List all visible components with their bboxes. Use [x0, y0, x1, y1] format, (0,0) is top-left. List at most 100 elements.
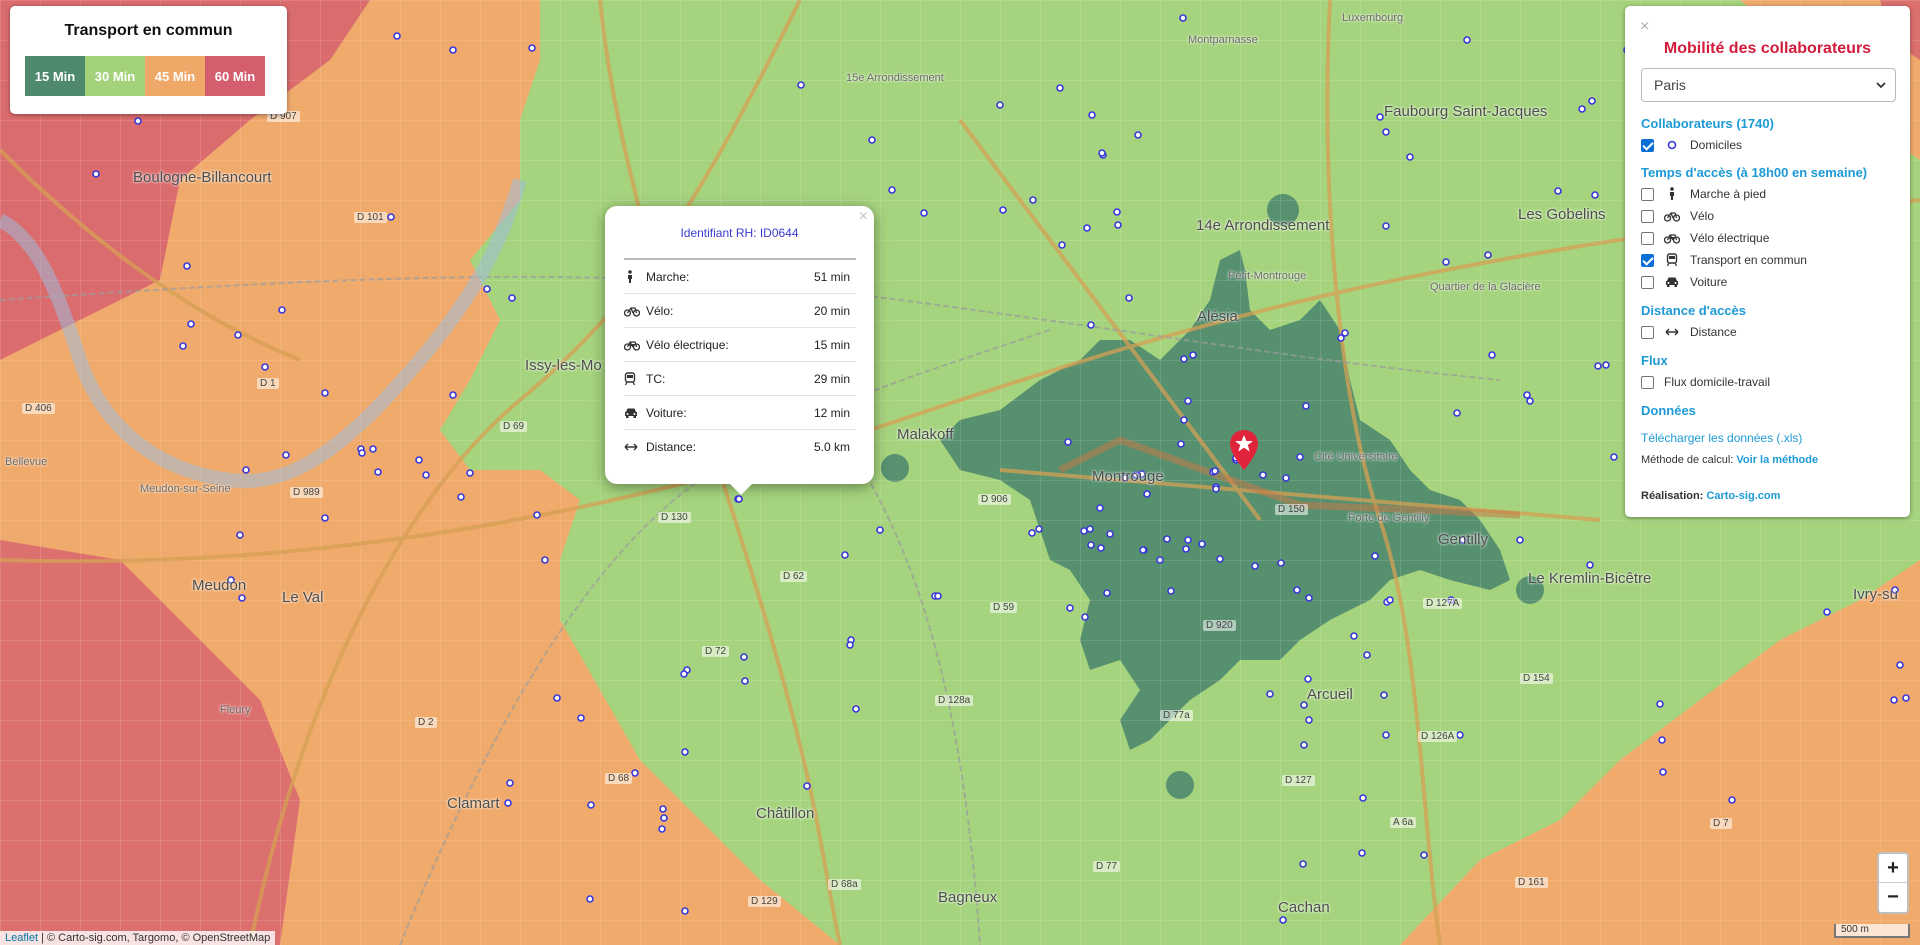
road-label: D 406	[22, 403, 55, 414]
popup-close-button[interactable]: ×	[859, 208, 868, 226]
road-label: D 128a	[935, 695, 974, 706]
popup-label: Marche:	[646, 269, 690, 284]
legend-swatch-60: 60 Min	[205, 56, 265, 96]
popup-title: Identifiant RH: ID0644	[680, 226, 799, 240]
domiciles-checkbox[interactable]	[1641, 138, 1654, 152]
road-label: D 77a	[1160, 710, 1193, 721]
mode-toggle-walk[interactable]: Marche à pied	[1641, 185, 1766, 203]
popup-row-transit: TC: 29 min	[624, 362, 856, 396]
road-label: D 1	[257, 378, 279, 389]
car-icon	[624, 407, 646, 419]
ebike-icon	[1664, 232, 1680, 244]
zoom-out-button[interactable]: −	[1879, 883, 1907, 912]
road-label: D 77	[1093, 861, 1121, 872]
mode-toggle-transit[interactable]: Transport en commun	[1641, 251, 1807, 269]
workplace-marker-icon[interactable]	[1230, 430, 1258, 470]
control-panel: × Mobilité des collaborateurs Paris Coll…	[1625, 6, 1910, 517]
method-line: Méthode de calcul: Voir la méthode	[1641, 454, 1818, 466]
data-header: Données	[1641, 403, 1696, 418]
circle-marker-icon	[1664, 140, 1680, 150]
leaflet-link[interactable]: Leaflet	[5, 932, 38, 944]
ebike-label: Vélo électrique	[1690, 231, 1770, 245]
popup-row-walk: Marche: 51 min	[624, 260, 856, 294]
download-link[interactable]: Télécharger les données (.xls)	[1641, 431, 1802, 445]
road-label: D 920	[1203, 620, 1236, 631]
road-label: D 129	[748, 896, 781, 907]
road-label: D 127	[1282, 775, 1315, 786]
city-select[interactable]: Paris	[1641, 68, 1896, 102]
distance-icon	[1664, 327, 1680, 337]
popup-value: 5.0 km	[813, 440, 850, 454]
road-label: D 2	[415, 717, 437, 728]
road-label: D 68a	[828, 879, 861, 890]
panel-close-button[interactable]: ×	[1640, 18, 1649, 36]
credit-prefix: Réalisation:	[1641, 490, 1704, 502]
bike-icon	[1664, 210, 1680, 222]
distance-header: Distance d'accès	[1641, 303, 1746, 318]
mode-toggle-ebike[interactable]: Vélo électrique	[1641, 229, 1769, 247]
popup-value: 15 min	[813, 337, 850, 352]
method-link[interactable]: Voir la méthode	[1736, 454, 1818, 466]
popup-label: Vélo électrique:	[646, 337, 729, 352]
method-prefix: Méthode de calcul:	[1641, 454, 1734, 466]
zoom-control: + −	[1877, 852, 1909, 914]
access-time-header: Temps d'accès (à 18h00 en semaine)	[1641, 165, 1868, 180]
popup-value: 20 min	[813, 303, 850, 318]
road-label: D 127A	[1423, 598, 1463, 609]
attribution: Leaflet | © Carto-sig.com, Targomo, © Op…	[0, 931, 276, 945]
popup-value: 12 min	[813, 405, 850, 420]
distance-icon	[624, 442, 646, 452]
road-label: D 59	[990, 602, 1018, 613]
bike-icon	[624, 305, 646, 317]
road-label: D 154	[1520, 673, 1553, 684]
scale-bar: 500 m	[1834, 924, 1910, 938]
flux-header: Flux	[1641, 353, 1668, 368]
bike-checkbox[interactable]	[1641, 209, 1654, 223]
road-label: D 906	[978, 494, 1011, 505]
road-label: D 161	[1515, 877, 1548, 888]
transit-checkbox[interactable]	[1641, 253, 1654, 267]
popup-label: TC:	[646, 371, 666, 386]
popup-value: 29 min	[813, 371, 850, 386]
flux-toggle[interactable]: Flux domicile-travail	[1641, 373, 1770, 391]
distance-checkbox[interactable]	[1641, 325, 1654, 339]
distance-toggle[interactable]: Distance	[1641, 323, 1737, 341]
ebike-checkbox[interactable]	[1641, 231, 1654, 245]
popup-row-ebike: Vélo électrique: 15 min	[624, 328, 856, 362]
flux-label: Flux domicile-travail	[1664, 375, 1771, 389]
legend-title: Transport en commun	[64, 22, 233, 39]
road-label: D 130	[658, 512, 691, 523]
credit-link[interactable]: Carto-sig.com	[1706, 490, 1780, 502]
road-label: D 989	[290, 487, 323, 498]
bike-label: Vélo	[1690, 209, 1715, 223]
walk-label: Marche à pied	[1690, 187, 1767, 201]
car-label: Voiture	[1690, 275, 1728, 289]
popup-row-distance: Distance: 5.0 km	[624, 430, 856, 464]
distance-label: Distance	[1690, 325, 1737, 339]
walk-checkbox[interactable]	[1641, 187, 1654, 201]
collaborateurs-header: Collaborateurs (1740)	[1641, 116, 1774, 131]
road-label: D 7	[1710, 818, 1732, 829]
mode-toggle-bike[interactable]: Vélo	[1641, 207, 1714, 225]
legend-swatch-15: 15 Min	[25, 56, 85, 96]
popup-tip	[729, 483, 753, 495]
legend-swatch-45: 45 Min	[145, 56, 205, 96]
legend-swatch-30: 30 Min	[85, 56, 145, 96]
chevron-down-icon	[1876, 82, 1886, 89]
road-label: D 101	[354, 212, 387, 223]
zoom-in-button[interactable]: +	[1879, 854, 1907, 883]
car-checkbox[interactable]	[1641, 275, 1654, 289]
employee-popup: × Identifiant RH: ID0644 Marche: 51 min …	[605, 206, 874, 484]
popup-label: Distance:	[646, 440, 697, 454]
popup-value: 51 min	[813, 269, 850, 284]
popup-label: Vélo:	[646, 303, 674, 318]
mode-toggle-car[interactable]: Voiture	[1641, 273, 1727, 291]
domiciles-toggle[interactable]: Domiciles	[1641, 136, 1742, 154]
road-label: D 68	[605, 773, 633, 784]
flux-checkbox[interactable]	[1641, 375, 1654, 389]
road-label: D 126A	[1418, 731, 1458, 742]
car-icon	[1664, 276, 1680, 288]
popup-row-car: Voiture: 12 min	[624, 396, 856, 430]
walk-icon	[1664, 187, 1680, 201]
credit-line: Réalisation: Carto-sig.com	[1641, 490, 1780, 502]
